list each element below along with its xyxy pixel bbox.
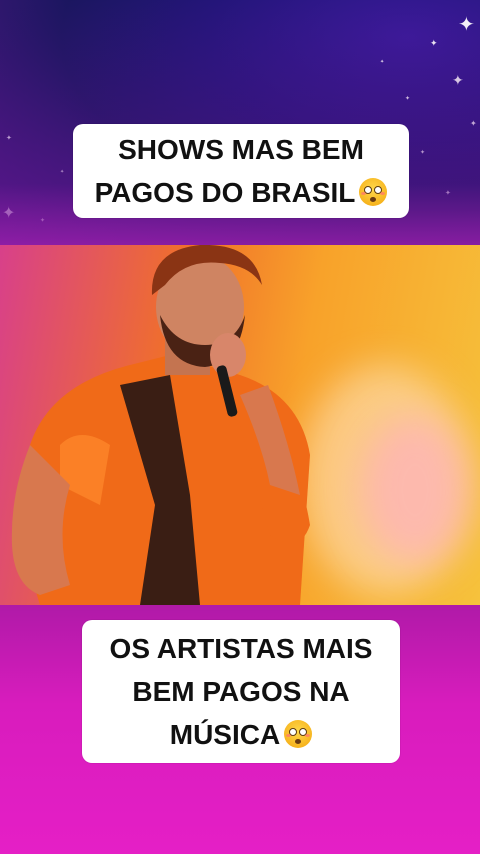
singer-illustration — [11, 245, 311, 605]
sparkle-icon: ✦ — [60, 169, 65, 175]
sparkle-icon: ✦ — [445, 189, 451, 197]
sparkle-icon: ✦ — [458, 12, 475, 36]
sparkle-icon: ✦ — [430, 39, 438, 49]
sparkle-icon: ✦ — [2, 203, 16, 222]
bottom-caption-line-3-text: MÚSICA — [169, 719, 281, 750]
singer-photo — [0, 245, 480, 605]
top-caption-line-1: SHOWS MAS BEM — [118, 134, 364, 165]
flushed-face-emoji-icon — [284, 720, 313, 748]
sparkle-icon: ✦ — [380, 59, 385, 65]
sparkle-icon: ✦ — [6, 134, 12, 142]
bottom-caption: OS ARTISTAS MAIS BEM PAGOS NA MÚSICA — [82, 620, 400, 763]
flushed-face-emoji-icon — [359, 178, 388, 206]
bottom-caption-line-3: MÚSICA — [82, 713, 400, 756]
top-caption: SHOWS MAS BEM PAGOS DO BRASIL — [73, 124, 409, 218]
sparkle-icon: ✦ — [470, 119, 477, 128]
sparkle-icon: ✦ — [40, 217, 46, 224]
bottom-caption-line-2: BEM PAGOS NA — [132, 676, 350, 707]
sparkle-icon: ✦ — [452, 73, 464, 89]
top-caption-line-2-text: PAGOS DO BRASIL — [94, 177, 356, 208]
bottom-caption-line-1: OS ARTISTAS MAIS — [109, 633, 373, 664]
top-caption-line-2: PAGOS DO BRASIL — [73, 171, 409, 214]
sparkle-icon: ✦ — [420, 149, 426, 156]
video-frame: ✦ ✦ ✦ ✦ ✦ ✦ ✦ ✦ ✦ ✦ ✦ ✦ SHOWS MAS BEM PA… — [0, 0, 480, 854]
sparkle-icon: ✦ — [405, 95, 411, 102]
